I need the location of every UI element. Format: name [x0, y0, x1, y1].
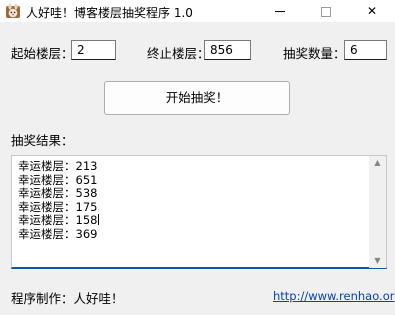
author-credit: 程序制作：人好哇！ — [11, 291, 124, 306]
close-button[interactable]: ✕ — [349, 0, 395, 22]
result-line: 幸运楼层：213 — [18, 159, 98, 173]
text-caret — [98, 214, 100, 225]
result-line: 幸运楼层：158 — [18, 213, 98, 227]
draw-count-label: 抽奖数量： — [283, 46, 346, 61]
vertical-scrollbar[interactable]: ▲ ▼ — [369, 156, 386, 268]
start-floor-input[interactable]: 2 — [71, 40, 116, 60]
scroll-down-icon[interactable]: ▼ — [369, 254, 386, 268]
maximize-icon — [321, 6, 331, 17]
rabbit-app-icon — [5, 3, 21, 19]
title-bar[interactable]: 人好哇！博客楼层抽奖程序 1.0 ✕ — [0, 0, 395, 22]
results-label: 抽奖结果： — [11, 133, 74, 148]
scroll-up-icon[interactable]: ▲ — [369, 156, 386, 170]
result-line: 幸运楼层：175 — [18, 199, 98, 214]
window-title: 人好哇！博客楼层抽奖程序 1.0 — [26, 6, 193, 20]
result-line: 幸运楼层：538 — [18, 186, 98, 200]
results-textarea[interactable]: 幸运楼层：213 幸运楼层：651 幸运楼层：538 幸运楼层：175 幸运楼层… — [11, 155, 387, 269]
start-draw-button[interactable]: 开始抽奖！ — [104, 81, 290, 115]
result-line: 幸运楼层：369 — [18, 226, 98, 241]
minimize-button[interactable] — [257, 0, 303, 22]
result-line-with-caret: 幸运楼层：158 — [18, 213, 100, 228]
minimize-icon — [275, 11, 285, 12]
end-floor-input[interactable]: 856 — [204, 40, 251, 60]
draw-count-input[interactable]: 6 — [344, 40, 387, 60]
website-link[interactable]: http://www.renhao.org — [273, 289, 395, 303]
start-floor-label: 起始楼层： — [11, 46, 74, 61]
end-floor-label: 终止楼层： — [147, 46, 210, 61]
maximize-button[interactable] — [303, 0, 349, 22]
close-icon: ✕ — [366, 4, 378, 18]
main-window: 人好哇！博客楼层抽奖程序 1.0 ✕ 起始楼层： 2 终止楼层： 856 抽奖数… — [0, 0, 395, 315]
result-line: 幸运楼层：651 — [18, 172, 98, 187]
results-list: 幸运楼层：213 幸运楼层：651 幸运楼层：538 幸运楼层：175 幸运楼层… — [18, 159, 100, 241]
